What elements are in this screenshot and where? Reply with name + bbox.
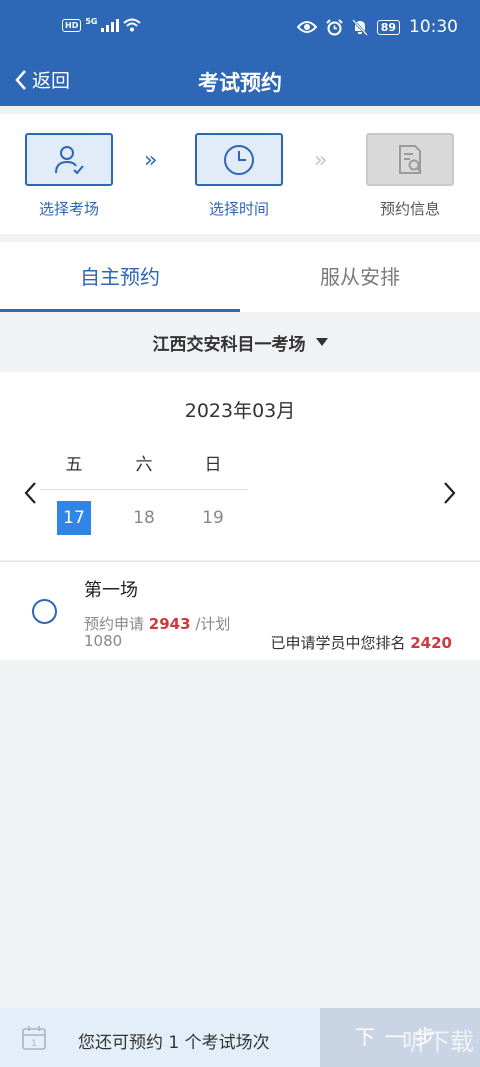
day-cell[interactable]: 18	[127, 501, 161, 535]
session-rank: 已申请学员中您排名 2420	[270, 632, 452, 653]
mute-bell-icon	[351, 18, 368, 36]
step-select-time: 选择时间	[195, 133, 283, 219]
rank-value: 2420	[410, 634, 452, 652]
clock-icon	[224, 144, 254, 175]
nav-bar: 返回 考试预约	[0, 56, 480, 106]
status-bar: HD 5G 89 10:30	[0, 0, 480, 56]
step-box	[195, 133, 283, 186]
tab-self-booking[interactable]: 自主预约	[0, 242, 240, 312]
status-left: HD 5G	[62, 16, 142, 32]
step-box	[366, 133, 454, 186]
page-title: 考试预约	[198, 71, 282, 95]
session-item[interactable]: 第一场 预约申请 2943 /计划 1080 已申请学员中您排名 2420	[0, 561, 480, 660]
chevron-left-icon[interactable]	[22, 480, 38, 513]
progress-steps: 选择考场 » 选择时间 » 预约信息	[0, 114, 480, 234]
session-applied: 预约申请 2943 /计划	[84, 613, 230, 634]
plan-count: 1080	[84, 632, 123, 650]
status-right: 89 10:30	[296, 17, 458, 37]
session-title: 第一场	[84, 580, 138, 601]
calendar-icon: 1	[22, 1026, 46, 1050]
step-booking-info: 预约信息	[366, 133, 454, 219]
day-cell[interactable]: 19	[196, 501, 230, 535]
date-calendar: 2023年03月 五 六 日 17 18 19	[0, 372, 480, 560]
watermark: 听下载	[402, 1028, 474, 1056]
applied-label: 预约申请	[84, 615, 145, 633]
eye-icon	[296, 21, 317, 33]
step-box	[25, 133, 113, 186]
step-select-venue: 选择考场	[25, 133, 113, 219]
day-cell-selected[interactable]: 17	[57, 501, 91, 535]
alarm-icon	[325, 18, 343, 35]
tab-assigned[interactable]: 服从安排	[240, 242, 480, 312]
network-type: 5G	[85, 16, 98, 26]
svg-text:1: 1	[31, 1039, 37, 1049]
rank-label: 已申请学员中您排名	[270, 634, 406, 652]
applied-count: 2943	[148, 615, 191, 633]
step-label: 预约信息	[379, 200, 440, 218]
user-check-icon	[55, 145, 84, 174]
booking-tabs: 自主预约 服从安排	[0, 242, 480, 312]
document-search-icon	[399, 144, 422, 174]
caret-down-icon	[315, 338, 328, 346]
calendar-month: 2023年03月	[184, 400, 296, 422]
step-arrow-icon: »	[314, 148, 328, 173]
step-label: 选择考场	[38, 200, 99, 218]
tab-indicator	[0, 309, 240, 312]
hd-badge: HD	[62, 18, 82, 32]
plan-label: /计划	[195, 615, 231, 633]
remaining-text: 您还可预约 1 个考试场次	[78, 1033, 270, 1053]
wifi-icon	[123, 18, 142, 32]
venue-name: 江西交安科目一考场	[152, 334, 306, 355]
battery-icon: 89	[376, 19, 400, 35]
status-time: 10:30	[409, 17, 458, 37]
signal-icon	[101, 18, 120, 32]
venue-selector[interactable]: 江西交安科目一考场	[0, 314, 480, 370]
weekday-label: 六	[135, 455, 153, 475]
step-arrow-icon: »	[144, 148, 158, 173]
session-radio[interactable]	[32, 599, 57, 624]
chevron-right-icon[interactable]	[442, 480, 458, 513]
weekday-label: 日	[204, 455, 222, 475]
bottom-bar: 1 您还可预约 1 个考试场次 下一步 听下载	[0, 1008, 480, 1067]
step-label: 选择时间	[208, 200, 269, 218]
weekday-label: 五	[65, 455, 83, 475]
weekday-row: 五 六 日	[40, 450, 248, 490]
